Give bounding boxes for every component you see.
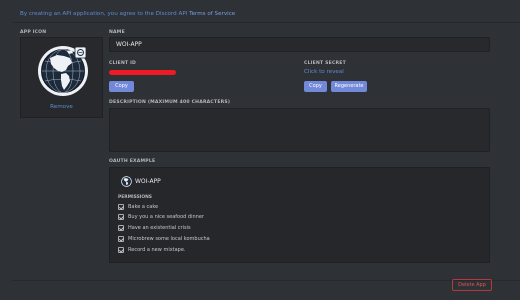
- client-id-redaction: [109, 70, 176, 75]
- permissions-title: PERMISSIONS: [118, 195, 152, 200]
- permission-label: Record a new mixtape.: [128, 247, 186, 253]
- copy-client-id-button[interactable]: Copy: [109, 81, 134, 92]
- client-secret-label: CLIENT SECRET: [304, 61, 346, 66]
- name-label: NAME: [109, 30, 125, 35]
- name-field[interactable]: WOI-APP: [109, 37, 490, 52]
- permission-label: Microbrew some local kombucha: [128, 236, 210, 242]
- delete-app-button[interactable]: Delete App: [452, 279, 492, 291]
- tos-notice-text: By creating an API application, you agre…: [20, 11, 188, 17]
- checkbox-icon: [118, 225, 124, 231]
- permission-item: Bake a cake: [118, 203, 158, 211]
- tos-link[interactable]: Terms of Service: [189, 11, 235, 17]
- regenerate-secret-button[interactable]: Regenerate: [331, 81, 367, 92]
- description-textarea[interactable]: [109, 108, 490, 152]
- globe-icon: [38, 46, 88, 96]
- reveal-secret-link[interactable]: Click to reveal: [304, 69, 344, 75]
- globe-icon: [121, 176, 132, 187]
- oauth-app-name: WOI-APP: [135, 178, 161, 185]
- description-label: DESCRIPTION (MAXIMUM 400 CHARACTERS): [109, 100, 231, 105]
- permission-label: Buy you a nice seafood dinner: [128, 214, 204, 220]
- permission-label: Bake a cake: [128, 204, 159, 210]
- copy-client-secret-button[interactable]: Copy: [304, 81, 327, 92]
- checkbox-icon: [118, 204, 124, 210]
- tos-notice: By creating an API application, you agre…: [20, 11, 235, 17]
- header-divider: [12, 22, 520, 23]
- oauth-preview-panel: WOI-APP PERMISSIONS Bake a cake Buy you …: [109, 167, 490, 263]
- app-icon-label: APP ICON: [20, 30, 47, 35]
- oauth-example-label: OAUTH EXAMPLE: [109, 159, 156, 164]
- checkbox-icon: [118, 247, 124, 253]
- permission-item: Buy you a nice seafood dinner: [118, 213, 204, 221]
- permission-item: Microbrew some local kombucha: [118, 235, 210, 243]
- permission-item: Have an existential crisis: [118, 224, 191, 232]
- permission-label: Have an existential crisis: [128, 225, 191, 231]
- permission-item: Record a new mixtape.: [118, 246, 186, 254]
- name-value: WOI-APP: [116, 41, 142, 48]
- client-id-label: CLIENT ID: [109, 61, 137, 66]
- footer-divider: [12, 280, 520, 281]
- checkbox-icon: [118, 236, 124, 242]
- app-icon-panel[interactable]: Remove: [20, 37, 103, 118]
- checkbox-icon: [118, 214, 124, 220]
- remove-icon-link[interactable]: Remove: [21, 104, 102, 110]
